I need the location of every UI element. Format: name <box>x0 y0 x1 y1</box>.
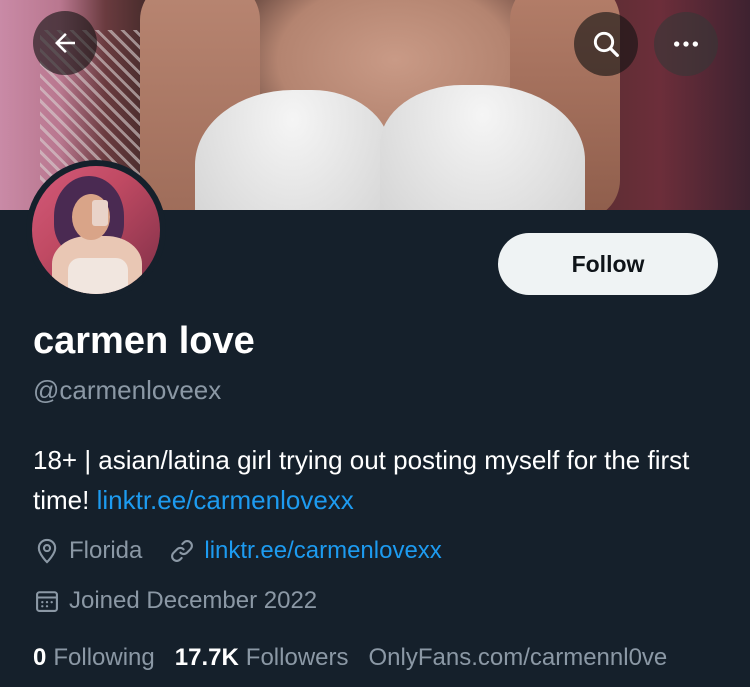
following-count: 0 <box>33 644 47 671</box>
search-icon <box>593 31 619 57</box>
joined-date: Joined December 2022 <box>69 587 318 614</box>
following-label: Following <box>53 644 155 671</box>
followers-link[interactable]: 17.7K Followers <box>175 644 349 672</box>
search-button[interactable] <box>574 12 638 76</box>
location-text: Florida <box>69 537 143 564</box>
avatar[interactable] <box>26 160 166 300</box>
calendar-icon <box>33 587 61 615</box>
bio-link[interactable]: linktr.ee/carmenlovexx <box>97 485 354 515</box>
profile-meta-joined: Joined December 2022 <box>33 586 317 616</box>
website-link[interactable]: linktr.ee/carmenlovexx <box>204 537 441 565</box>
user-handle: @carmenloveex <box>33 375 222 405</box>
profile-meta-location-website: Florida linktr.ee/carmenlovexx <box>33 536 442 566</box>
more-button[interactable] <box>654 12 718 76</box>
display-name: carmen love <box>33 320 255 362</box>
extra-profile-text: OnlyFans.com/carmennl0ve <box>368 644 668 671</box>
link-icon <box>168 537 196 565</box>
follow-stats: 0 Following 17.7K Followers OnlyFans.com/c… <box>33 643 667 673</box>
avatar-image <box>32 166 160 294</box>
avatar-shape <box>92 200 108 226</box>
followers-count: 17.7K <box>174 644 239 671</box>
arrow-left-icon <box>55 33 75 53</box>
profile-bio: 18+ | asian/latina girl trying out posti… <box>33 440 723 520</box>
location-pin-icon <box>33 537 61 565</box>
back-button[interactable] <box>33 11 97 75</box>
following-link[interactable]: 0 Following <box>33 644 155 672</box>
follow-button[interactable]: Follow <box>498 233 718 295</box>
followers-label: Followers <box>245 644 349 671</box>
more-horizontal-icon <box>674 41 698 47</box>
avatar-shape <box>68 258 128 294</box>
